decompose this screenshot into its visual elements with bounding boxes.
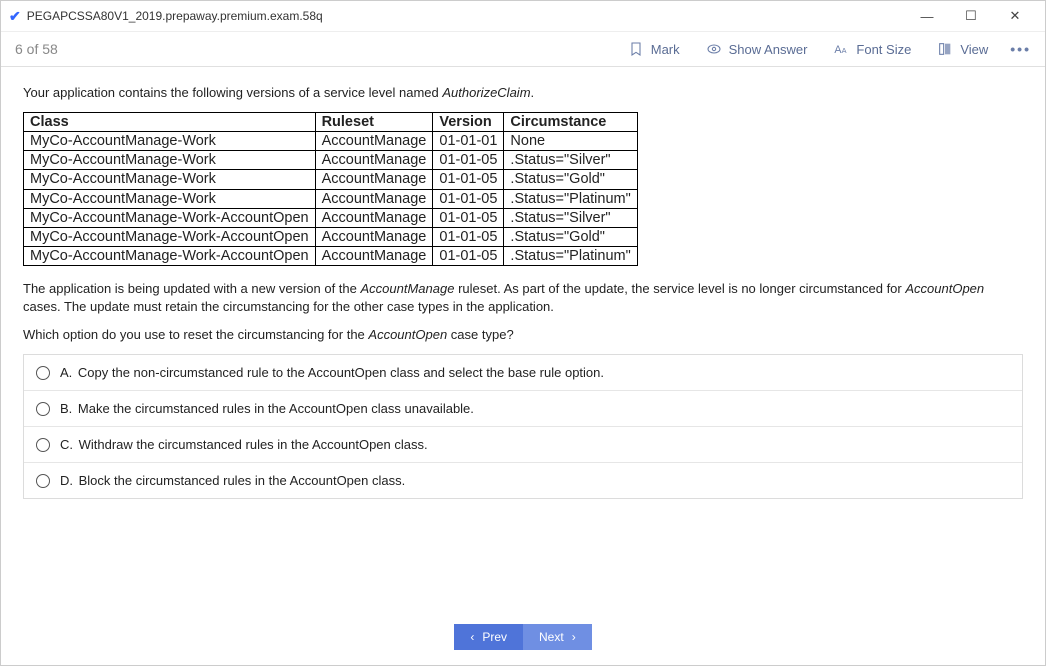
font-size-button[interactable]: AA Font Size <box>833 41 911 57</box>
answer-option-c[interactable]: C. Withdraw the circumstanced rules in t… <box>24 427 1022 463</box>
option-text: Make the circumstanced rules in the Acco… <box>74 401 474 416</box>
question-para: The application is being updated with a … <box>23 280 1023 315</box>
svg-text:A: A <box>842 46 847 55</box>
table-row: MyCo-AccountManage-WorkAccountManage01-0… <box>24 132 638 151</box>
answer-options: A. Copy the non-circumstanced rule to th… <box>23 354 1023 499</box>
table-row: MyCo-AccountManage-Work-AccountOpenAccou… <box>24 208 638 227</box>
sla-table: Class Ruleset Version Circumstance MyCo-… <box>23 112 638 266</box>
mark-button[interactable]: Mark <box>628 41 680 57</box>
table-row: MyCo-AccountManage-WorkAccountManage01-0… <box>24 170 638 189</box>
prev-button[interactable]: ‹ Prev <box>454 624 523 650</box>
option-letter: A. <box>60 365 72 380</box>
col-class: Class <box>24 113 316 132</box>
table-row: MyCo-AccountManage-Work-AccountOpenAccou… <box>24 246 638 265</box>
radio-icon <box>36 474 50 488</box>
question-prompt: Which option do you use to reset the cir… <box>23 327 1023 342</box>
toolbar: 6 of 58 Mark Show Answer AA Font Size Vi… <box>1 31 1045 67</box>
window-controls: — ☐ ✕ <box>905 1 1037 31</box>
bookmark-icon <box>628 41 644 57</box>
window-title: PEGAPCSSA80V1_2019.prepaway.premium.exam… <box>27 9 323 23</box>
option-text: Withdraw the circumstanced rules in the … <box>75 437 428 452</box>
radio-icon <box>36 402 50 416</box>
maximize-button[interactable]: ☐ <box>949 1 993 31</box>
titlebar: ✔ PEGAPCSSA80V1_2019.prepaway.premium.ex… <box>1 1 1045 31</box>
view-layout-icon <box>937 41 953 57</box>
chevron-right-icon: › <box>572 630 576 644</box>
table-row: MyCo-AccountManage-WorkAccountManage01-0… <box>24 189 638 208</box>
eye-icon <box>706 41 722 57</box>
option-text: Copy the non-circumstanced rule to the A… <box>74 365 604 380</box>
answer-option-b[interactable]: B. Make the circumstanced rules in the A… <box>24 391 1022 427</box>
view-button[interactable]: View <box>937 41 988 57</box>
table-row: MyCo-AccountManage-Work-AccountOpenAccou… <box>24 227 638 246</box>
chevron-left-icon: ‹ <box>470 630 474 644</box>
table-row: MyCo-AccountManage-WorkAccountManage01-0… <box>24 151 638 170</box>
close-button[interactable]: ✕ <box>993 1 1037 31</box>
question-counter: 6 of 58 <box>15 41 58 57</box>
sla-table-header-row: Class Ruleset Version Circumstance <box>24 113 638 132</box>
option-letter: C. <box>60 437 73 452</box>
col-ruleset: Ruleset <box>315 113 433 132</box>
answer-option-a[interactable]: A. Copy the non-circumstanced rule to th… <box>24 355 1022 391</box>
font-size-icon: AA <box>833 41 849 57</box>
app-window: ✔ PEGAPCSSA80V1_2019.prepaway.premium.ex… <box>0 0 1046 666</box>
more-menu-button[interactable]: ••• <box>1010 41 1031 57</box>
app-check-icon: ✔ <box>9 8 21 25</box>
radio-icon <box>36 438 50 452</box>
option-letter: B. <box>60 401 72 416</box>
question-intro: Your application contains the following … <box>23 85 1023 100</box>
col-circumstance: Circumstance <box>504 113 637 132</box>
answer-option-d[interactable]: D. Block the circumstanced rules in the … <box>24 463 1022 498</box>
footer-nav: ‹ Prev Next › <box>1 609 1045 665</box>
next-button[interactable]: Next › <box>523 624 592 650</box>
question-content: Your application contains the following … <box>1 67 1045 609</box>
minimize-button[interactable]: — <box>905 1 949 31</box>
radio-icon <box>36 366 50 380</box>
option-letter: D. <box>60 473 73 488</box>
col-version: Version <box>433 113 504 132</box>
option-text: Block the circumstanced rules in the Acc… <box>75 473 405 488</box>
show-answer-button[interactable]: Show Answer <box>706 41 808 57</box>
